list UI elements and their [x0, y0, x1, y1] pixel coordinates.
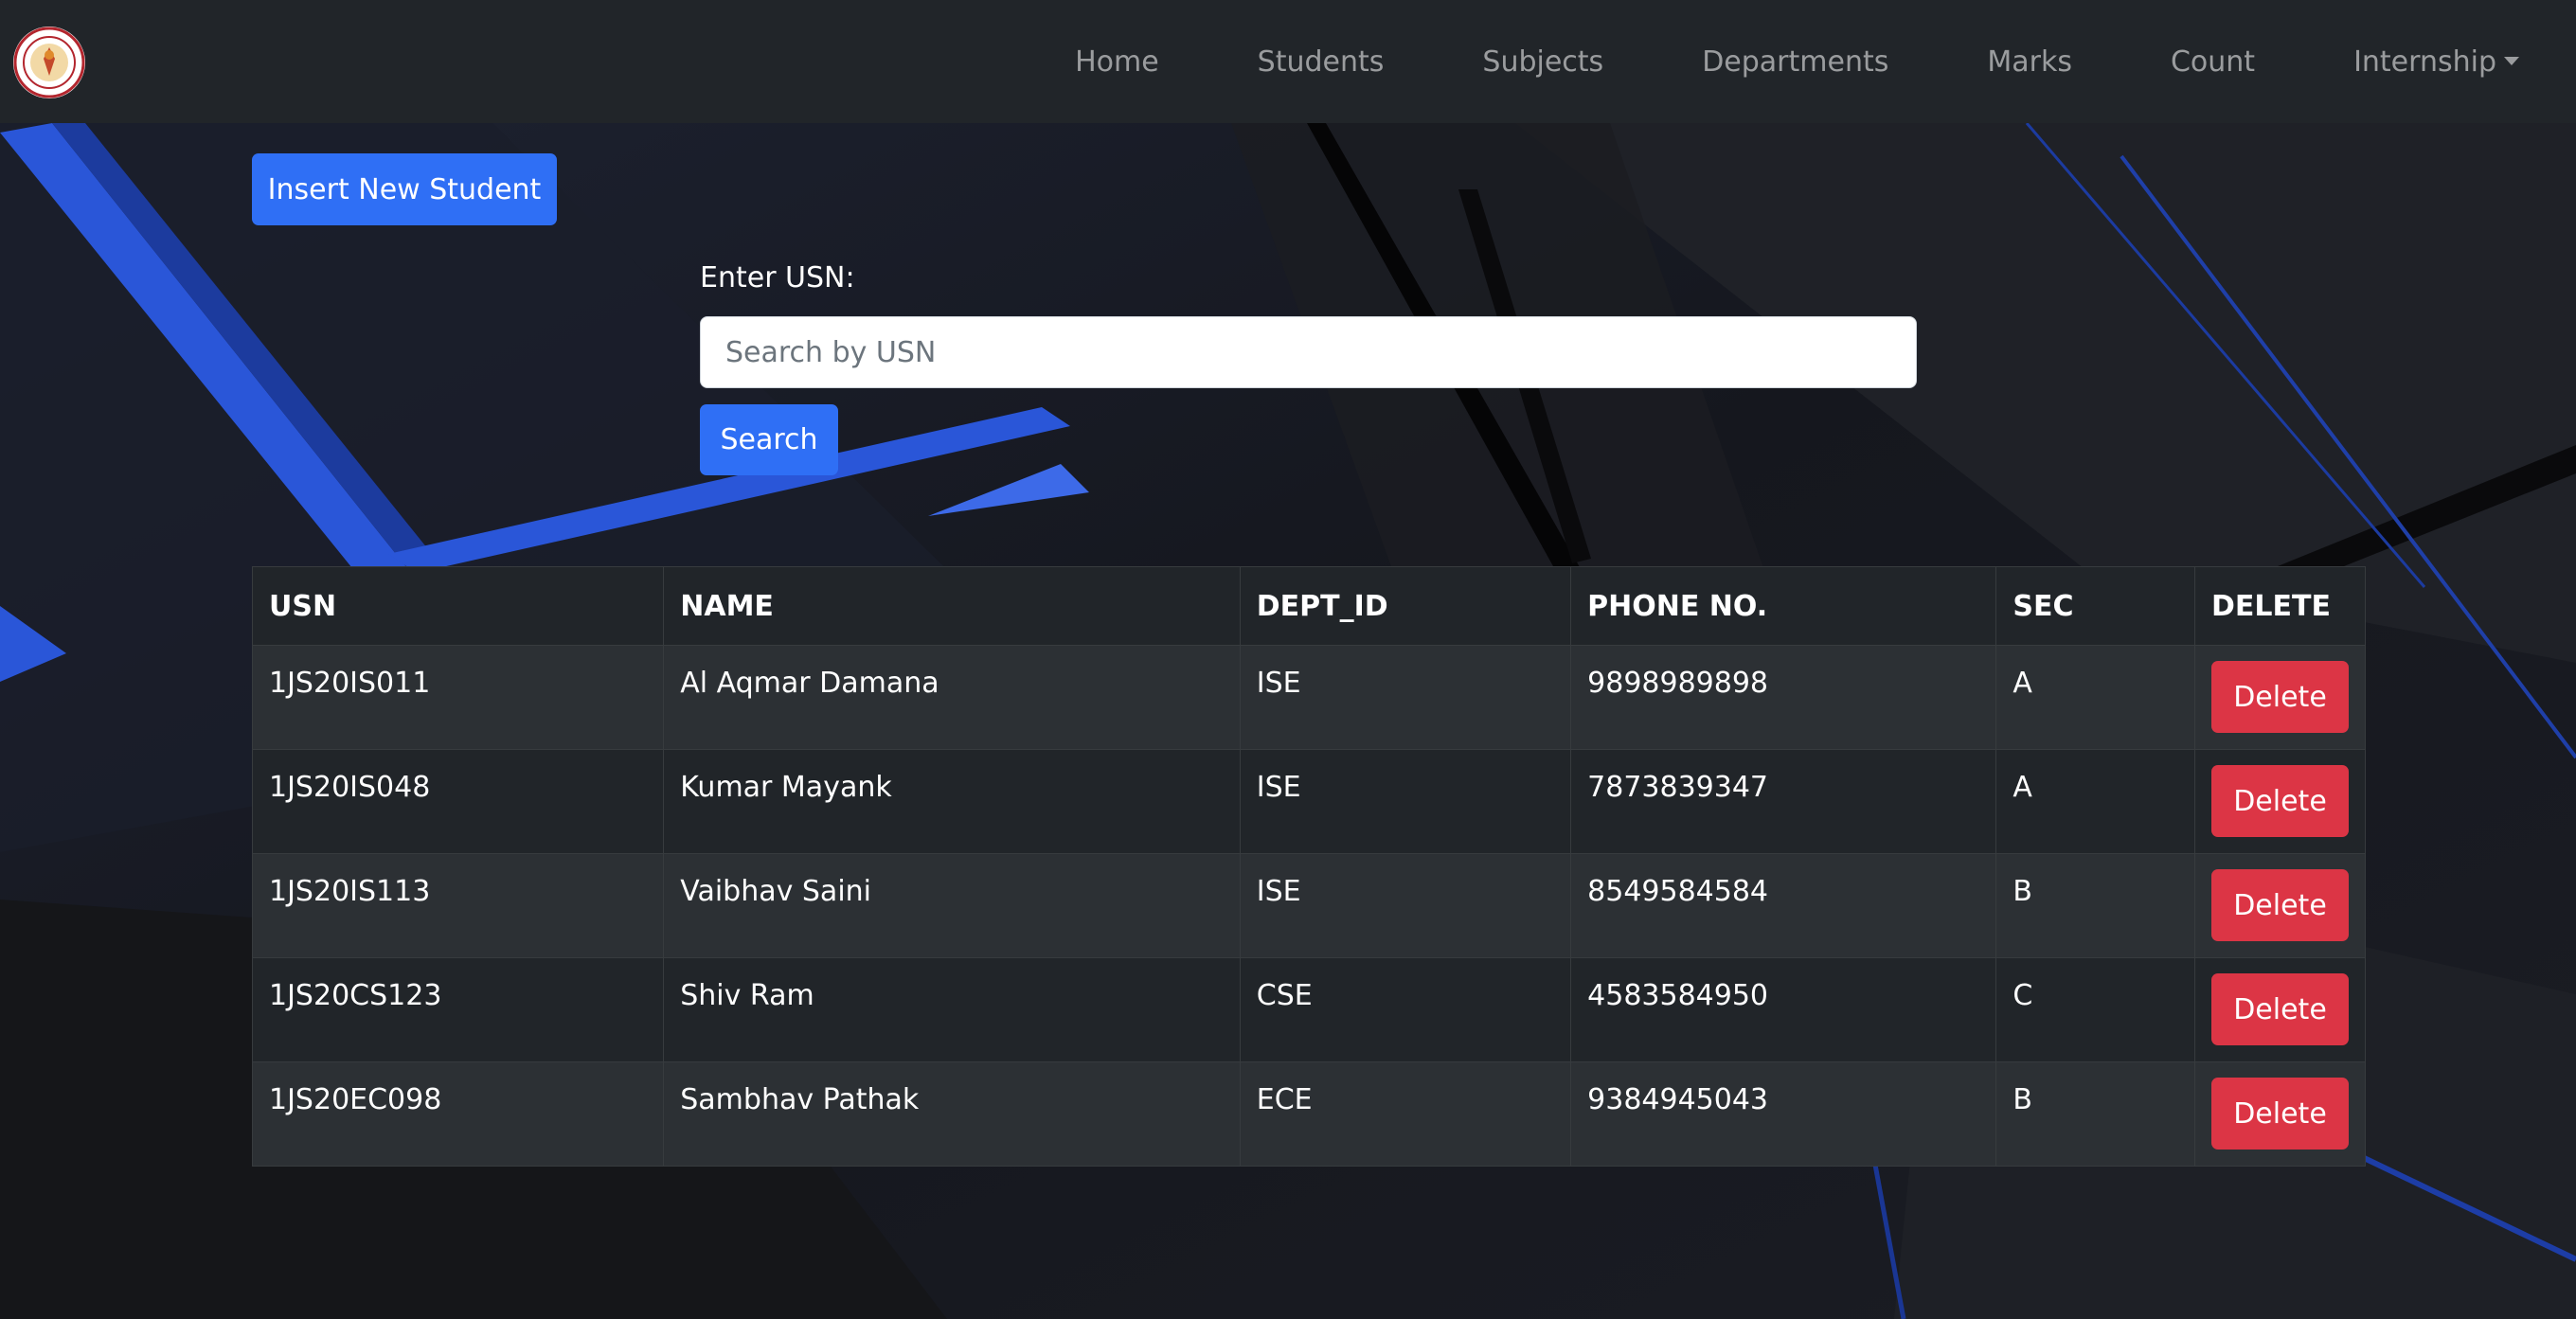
caret-down-icon	[2504, 56, 2519, 65]
nav-menu: Home Students Subjects Departments Marks…	[1026, 0, 2519, 123]
nav-students[interactable]: Students	[1208, 45, 1434, 79]
table-row: 1JS20IS048 Kumar Mayank ISE 7873839347 A…	[251, 749, 2366, 854]
cell-delete: Delete	[2194, 749, 2366, 854]
delete-button[interactable]: Delete	[2211, 869, 2349, 941]
header-usn: USN	[251, 566, 665, 646]
students-table: USN NAME DEPT_ID PHONE NO. SEC DELETE 1J…	[251, 566, 2366, 1167]
cell-phone: 9384945043	[1570, 1061, 1997, 1167]
table-row: 1JS20CS123 Shiv Ram CSE 4583584950 C Del…	[251, 957, 2366, 1062]
nav-count[interactable]: Count	[2121, 45, 2304, 79]
nav-home[interactable]: Home	[1026, 45, 1208, 79]
cell-phone: 4583584950	[1570, 957, 1997, 1062]
cell-sec: A	[1995, 645, 2195, 750]
delete-button[interactable]: Delete	[2211, 1078, 2349, 1150]
cell-delete: Delete	[2194, 957, 2366, 1062]
header-name: NAME	[663, 566, 1241, 646]
cell-name: Shiv Ram	[663, 957, 1241, 1062]
cell-phone: 8549584584	[1570, 853, 1997, 958]
cell-usn: 1JS20IS048	[251, 749, 665, 854]
cell-dept: ECE	[1239, 1061, 1572, 1167]
cell-usn: 1JS20CS123	[251, 957, 665, 1062]
insert-new-student-button[interactable]: Insert New Student	[252, 153, 557, 225]
table-row: 1JS20IS011 Al Aqmar Damana ISE 989898989…	[251, 645, 2366, 750]
header-delete: DELETE	[2194, 566, 2366, 646]
cell-name: Kumar Mayank	[663, 749, 1241, 854]
nav-internship-label: Internship	[2353, 45, 2496, 79]
cell-delete: Delete	[2194, 1061, 2366, 1167]
cell-name: Sambhav Pathak	[663, 1061, 1241, 1167]
header-dept-id: DEPT_ID	[1239, 566, 1572, 646]
cell-usn: 1JS20IS011	[251, 645, 665, 750]
cell-sec: C	[1995, 957, 2195, 1062]
cell-dept: ISE	[1239, 645, 1572, 750]
nav-marks[interactable]: Marks	[1938, 45, 2121, 79]
table-body: 1JS20IS011 Al Aqmar Damana ISE 989898989…	[251, 645, 2366, 1167]
cell-sec: B	[1995, 1061, 2195, 1167]
cell-sec: A	[1995, 749, 2195, 854]
college-logo-icon[interactable]	[13, 27, 85, 98]
table-header: USN NAME DEPT_ID PHONE NO. SEC DELETE	[251, 566, 2366, 646]
cell-name: Vaibhav Saini	[663, 853, 1241, 958]
cell-usn: 1JS20IS113	[251, 853, 665, 958]
table-row: 1JS20EC098 Sambhav Pathak ECE 9384945043…	[251, 1061, 2366, 1167]
cell-dept: ISE	[1239, 853, 1572, 958]
search-button[interactable]: Search	[700, 404, 838, 475]
cell-phone: 9898989898	[1570, 645, 1997, 750]
cell-delete: Delete	[2194, 853, 2366, 958]
nav-subjects[interactable]: Subjects	[1433, 45, 1653, 79]
header-row: USN NAME DEPT_ID PHONE NO. SEC DELETE	[251, 566, 2366, 646]
cell-sec: B	[1995, 853, 2195, 958]
table-row: 1JS20IS113 Vaibhav Saini ISE 8549584584 …	[251, 853, 2366, 958]
header-phone: PHONE NO.	[1570, 566, 1997, 646]
delete-button[interactable]: Delete	[2211, 765, 2349, 837]
cell-usn: 1JS20EC098	[251, 1061, 665, 1167]
nav-departments[interactable]: Departments	[1653, 45, 1938, 79]
usn-label: Enter USN:	[700, 261, 855, 294]
nav-internship-dropdown[interactable]: Internship	[2304, 45, 2519, 79]
cell-dept: ISE	[1239, 749, 1572, 854]
usn-search-input[interactable]	[700, 316, 1917, 388]
seal-icon	[13, 27, 85, 98]
cell-dept: CSE	[1239, 957, 1572, 1062]
top-navbar: Home Students Subjects Departments Marks…	[0, 0, 2576, 123]
delete-button[interactable]: Delete	[2211, 973, 2349, 1045]
delete-button[interactable]: Delete	[2211, 661, 2349, 733]
header-sec: SEC	[1995, 566, 2195, 646]
cell-delete: Delete	[2194, 645, 2366, 750]
cell-phone: 7873839347	[1570, 749, 1997, 854]
cell-name: Al Aqmar Damana	[663, 645, 1241, 750]
